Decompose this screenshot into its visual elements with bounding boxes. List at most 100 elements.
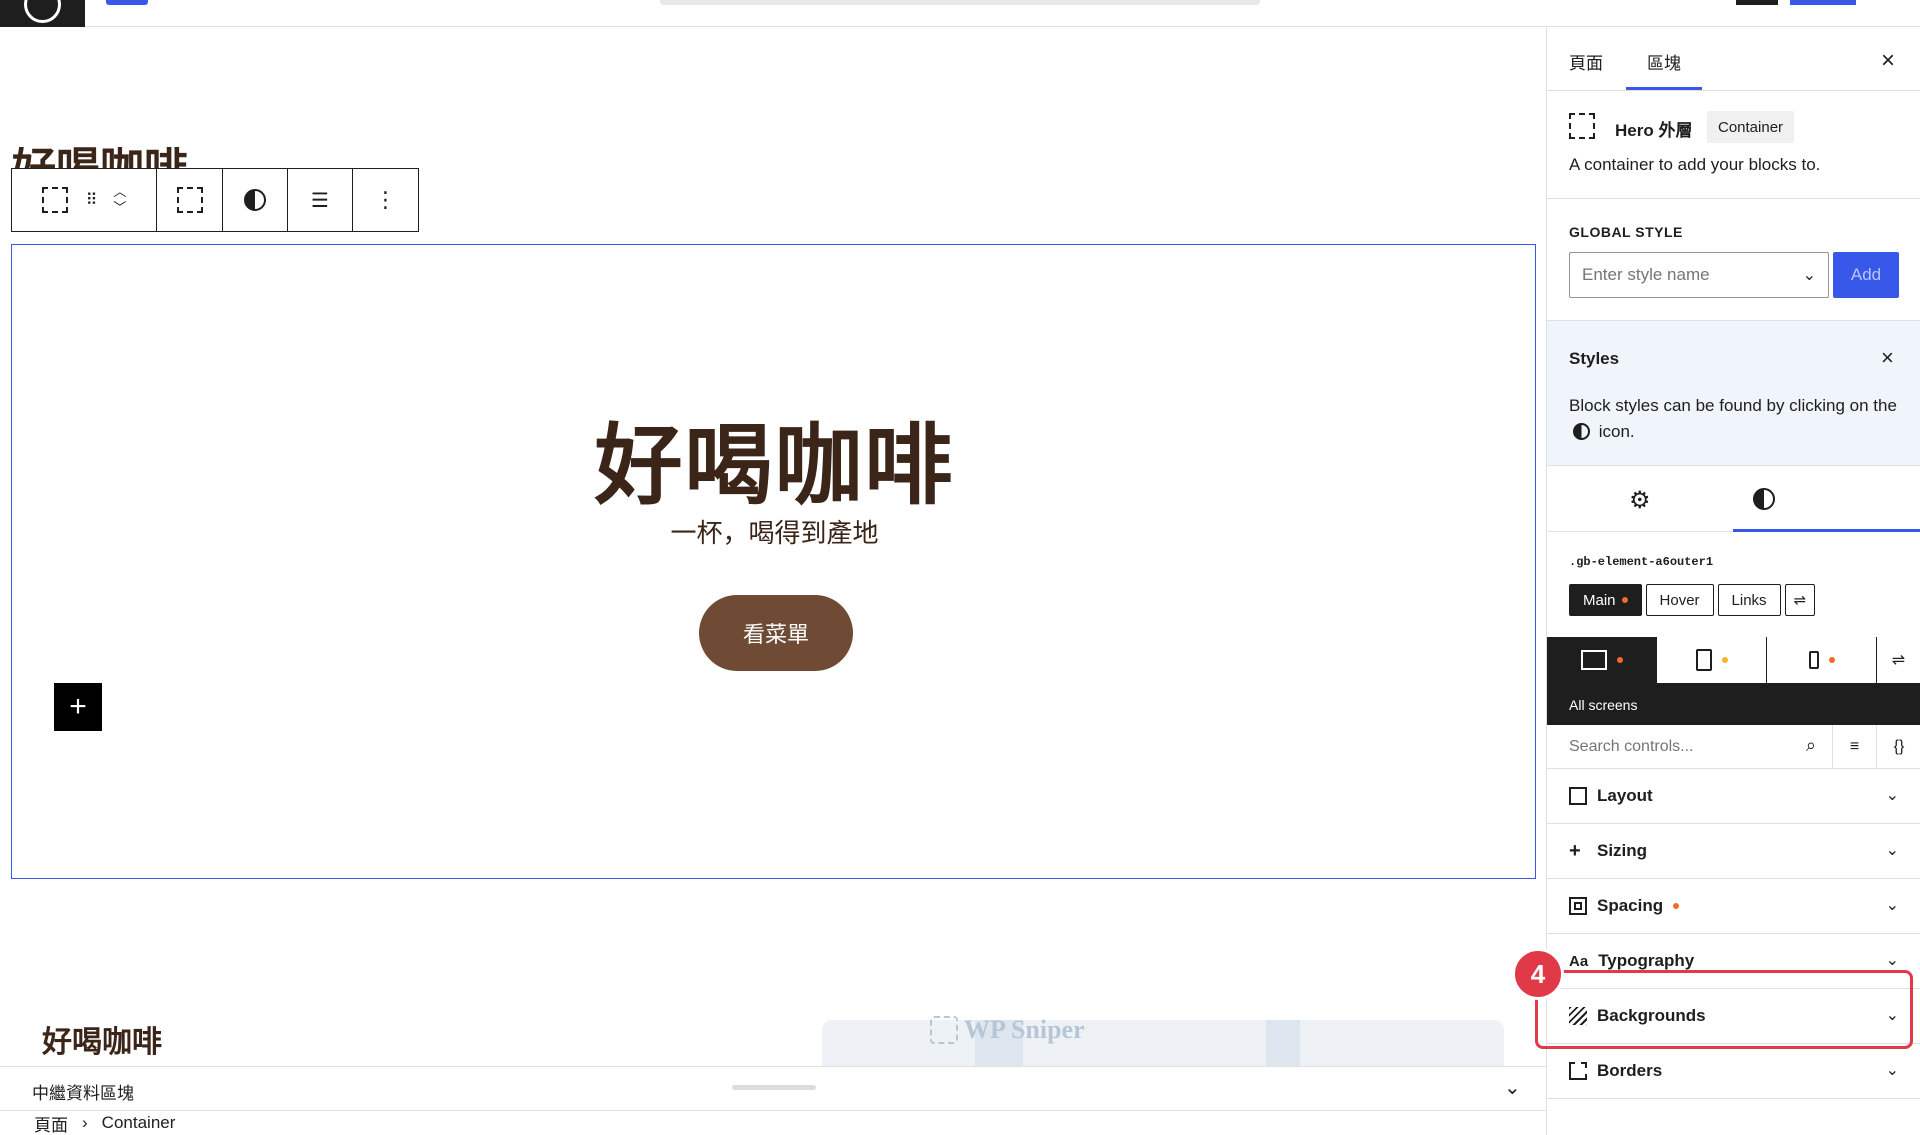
desktop-icon [1580, 650, 1607, 670]
modified-dot [1828, 657, 1835, 663]
watermark-text: WP Sniper [964, 1015, 1085, 1044]
chevron-down-icon[interactable]: ⌄ [1504, 1075, 1521, 1100]
global-style-placeholder: Enter style name [1582, 265, 1710, 284]
meta-boxes-panel[interactable]: 中繼資料區塊 ⌄ [0, 1066, 1546, 1110]
panel-spacing[interactable]: Spacing ⌄ [1547, 879, 1920, 934]
breadcrumb-item-page[interactable]: 頁面 [34, 1111, 68, 1135]
hero-menu-button[interactable]: 看菜單 [699, 595, 853, 671]
hero-subtitle[interactable]: 一杯，喝得到產地 [12, 513, 1537, 550]
editor-top-bar [0, 0, 1920, 27]
chevron-down-icon: ⌄ [1885, 787, 1899, 804]
next-section-title[interactable]: 好喝咖啡 [42, 1017, 162, 1061]
active-tab-indicator [1733, 529, 1920, 532]
container-block-icon[interactable] [41, 187, 68, 213]
block-card: Hero 外層 Container A container to add you… [1547, 91, 1920, 199]
breadcrumb-separator-icon: › [82, 1113, 88, 1132]
align-button[interactable]: ☰ [288, 169, 353, 231]
panel-spacing-label: Spacing [1597, 896, 1664, 915]
save-button[interactable] [1790, 0, 1856, 5]
css-selector[interactable]: .gb-element-a6outer1 [1569, 555, 1713, 569]
sliders-icon: ⇌ [1891, 652, 1906, 669]
hero-title[interactable]: 好喝咖啡 [12, 395, 1537, 522]
styles-text: Block styles can be found by clicking on… [1569, 393, 1909, 445]
active-tab-indicator [1626, 87, 1702, 90]
panel-sizing[interactable]: + Sizing ⌄ [1547, 824, 1920, 879]
meta-boxes-label: 中繼資料區塊 [32, 1084, 134, 1103]
search-placeholder: Search controls... [1569, 738, 1694, 755]
all-screens-label: All screens [1547, 683, 1920, 725]
modified-dot [1616, 657, 1623, 663]
mobile-icon [1808, 651, 1819, 669]
drag-handle-icon[interactable]: ⠿ [86, 190, 98, 210]
sliders-icon: ⇌ [1793, 592, 1807, 609]
previous-block-title[interactable]: 好喝咖啡 [12, 147, 188, 169]
panel-typography-label: Typography [1598, 951, 1695, 970]
panel-sizing-label: Sizing [1597, 841, 1648, 860]
close-icon[interactable]: × [1881, 47, 1895, 75]
state-links-button[interactable]: Links [1717, 584, 1781, 616]
panel-borders-label: Borders [1597, 1061, 1663, 1080]
block-description: A container to add your blocks to. [1569, 155, 1821, 174]
move-up-down-icon[interactable]: ︿ ﹀ [113, 184, 126, 216]
block-toolbar-group-move: ⠿ ︿ ﹀ [12, 169, 157, 231]
chevron-down-icon: ⌄ [1885, 897, 1899, 914]
styles-text-after: icon. [1598, 422, 1635, 441]
tab-page[interactable]: 頁面 [1569, 49, 1603, 74]
global-style-label: GLOBAL STYLE [1569, 224, 1683, 240]
more-options-button[interactable]: ⋮ [353, 169, 418, 231]
add-block-button[interactable]: + [54, 683, 102, 731]
settings-toggle-button[interactable] [1736, 0, 1778, 5]
close-icon[interactable]: × [1881, 345, 1894, 371]
state-hover-button[interactable]: Hover [1645, 584, 1714, 616]
image-placeholder-card[interactable] [822, 1020, 1504, 1066]
search-icon: ⌕ [1805, 735, 1816, 755]
add-global-style-button[interactable]: Add [1833, 252, 1899, 298]
block-type-badge: Container [1707, 111, 1795, 143]
gear-icon[interactable]: ⚙ [1629, 486, 1651, 515]
tablet-icon [1695, 649, 1712, 671]
inserter-toggle-button[interactable] [106, 0, 148, 5]
settings-sidebar: 頁面 區塊 × Hero 外層 Container A container to… [1546, 27, 1920, 1135]
chevron-down-icon: ⌄ [1885, 1062, 1899, 1079]
modified-dot [1721, 657, 1728, 663]
block-toolbar: ⠿ ︿ ﹀ ☰ ⋮ [11, 168, 419, 232]
panel-layout-label: Layout [1597, 786, 1653, 805]
contrast-icon [244, 189, 266, 211]
align-left-icon: ☰ [311, 189, 329, 212]
container-block-icon [1569, 113, 1595, 139]
sizing-icon: + [1569, 840, 1581, 862]
state-main-button[interactable]: Main [1569, 584, 1642, 616]
panel-layout[interactable]: Layout ⌄ [1547, 769, 1920, 824]
search-controls-input[interactable]: Search controls... ⌕ [1547, 725, 1833, 769]
layout-icon [1569, 787, 1587, 805]
chevron-down-icon: ⌄ [1885, 952, 1899, 969]
device-all-screens[interactable] [1547, 637, 1657, 683]
state-main-label: Main [1583, 591, 1616, 609]
chevron-down-icon: ⌄ [1802, 267, 1816, 284]
device-settings[interactable]: ⇌ [1877, 637, 1920, 683]
breadcrumb-item-container[interactable]: Container [102, 1113, 176, 1133]
global-style-section: GLOBAL STYLE Enter style name ⌄ Add [1547, 199, 1920, 321]
filter-icon[interactable]: ≡ [1833, 725, 1877, 769]
resize-handle[interactable] [732, 1085, 816, 1090]
wordpress-logo-icon [24, 0, 61, 23]
styles-tab[interactable] [1753, 488, 1775, 510]
device-mobile[interactable] [1767, 637, 1877, 683]
tab-block[interactable]: 區塊 [1647, 49, 1681, 74]
more-vertical-icon: ⋮ [374, 187, 397, 212]
add-inner-container-button[interactable] [157, 169, 223, 231]
device-tablet[interactable] [1657, 637, 1767, 683]
editor-canvas[interactable]: 好喝咖啡 ⠿ ︿﹀ ☰ ⋮ 好喝咖啡 一杯，喝得到產地 看菜單 + 好喝咖啡 W… [0, 27, 1546, 1066]
more-states-button[interactable]: ⇌ [1784, 584, 1816, 616]
block-styles-button[interactable] [223, 169, 288, 231]
hero-container-block[interactable]: 好喝咖啡 一杯，喝得到產地 看菜單 + [11, 244, 1536, 879]
watermark: WP Sniper [930, 1015, 1085, 1045]
settings-styles-tabs: ⚙ [1547, 466, 1920, 532]
wordpress-logo-button[interactable] [0, 0, 85, 27]
panel-borders[interactable]: Borders ⌄ [1547, 1044, 1920, 1099]
sidebar-tabs: 頁面 區塊 × [1547, 27, 1920, 91]
code-icon[interactable]: {} [1877, 725, 1920, 769]
document-title-bar[interactable] [660, 0, 1260, 5]
global-style-select[interactable]: Enter style name ⌄ [1569, 252, 1829, 298]
step-badge: 4 [1512, 948, 1564, 1000]
